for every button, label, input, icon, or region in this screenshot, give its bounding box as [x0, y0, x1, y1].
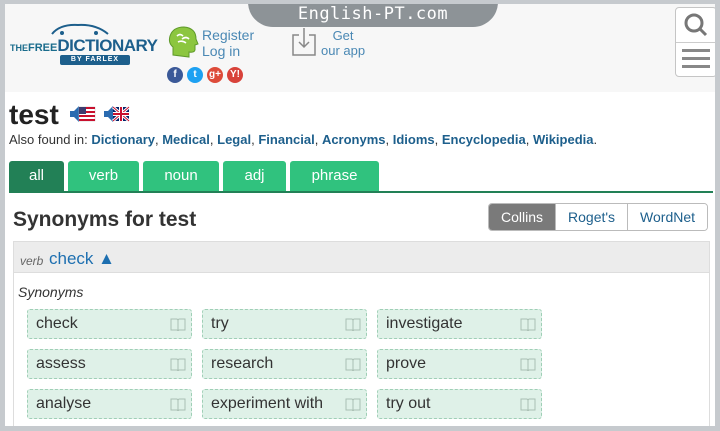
- also-found-idioms-link[interactable]: Idioms: [393, 132, 435, 147]
- synonym-word: try: [211, 315, 229, 332]
- pos-tabs: all verb noun adj phrase: [9, 161, 379, 191]
- search-icon[interactable]: [676, 8, 716, 42]
- synonyms-title: Synonyms for test: [13, 208, 197, 231]
- search-menu-button[interactable]: [675, 7, 716, 77]
- source-collins-button[interactable]: Collins: [489, 204, 556, 230]
- sense-toggle[interactable]: check ▲: [49, 249, 115, 269]
- synonym-word: analyse: [36, 395, 92, 412]
- synonyms-label: Synonyms: [18, 284, 84, 300]
- entry-word: test: [9, 99, 59, 130]
- tab-all[interactable]: all: [9, 161, 64, 191]
- also-found-wikipedia-link[interactable]: Wikipedia: [533, 132, 594, 147]
- our-app-label: our app: [321, 43, 366, 58]
- also-found-in: Also found in: Dictionary, Medical, Lega…: [9, 132, 597, 147]
- us-pronunciation-icon[interactable]: [68, 104, 96, 124]
- download-app-icon[interactable]: [291, 27, 317, 57]
- logo-free: FREE: [28, 42, 58, 54]
- synonym-word: prove: [386, 355, 427, 372]
- also-found-links: Dictionary, Medical, Legal, Financial, A…: [91, 132, 598, 147]
- synonym-chip[interactable]: experiment with: [202, 389, 367, 419]
- synonyms-panel: verb check ▲ Synonyms check try investigat…: [13, 241, 710, 426]
- synonym-word: try out: [386, 395, 431, 412]
- thesaurus-source-switch: Collins Roget's WordNet: [488, 203, 709, 231]
- get-app-link[interactable]: Get our app: [321, 28, 365, 58]
- uk-pronunciation-icon[interactable]: [102, 104, 130, 124]
- also-found-legal-link[interactable]: Legal: [217, 132, 251, 147]
- register-link[interactable]: Register: [202, 27, 254, 43]
- logo-the: THE: [10, 43, 28, 53]
- book-icon[interactable]: [170, 397, 186, 411]
- logo-dictionary: DICTIONARY: [57, 36, 158, 55]
- book-icon[interactable]: [170, 357, 186, 371]
- also-found-dictionary-link[interactable]: Dictionary: [91, 132, 155, 147]
- sense-header[interactable]: verb check ▲: [14, 242, 709, 273]
- login-link[interactable]: Log in: [202, 43, 254, 59]
- synonym-chip[interactable]: check: [27, 309, 192, 339]
- source-rogets-button[interactable]: Roget's: [555, 204, 628, 230]
- synonym-chip[interactable]: analyse: [27, 389, 192, 419]
- synonym-word: assess: [36, 355, 86, 372]
- facebook-icon[interactable]: f: [167, 67, 183, 83]
- synonym-chip[interactable]: prove: [377, 349, 542, 379]
- site-logo[interactable]: THEFREEDICTIONARY BY FARLEX: [10, 22, 158, 68]
- synonym-chip[interactable]: assess: [27, 349, 192, 379]
- synonym-word: research: [211, 355, 274, 372]
- synonym-chip[interactable]: try out: [377, 389, 542, 419]
- synonym-chip[interactable]: investigate: [377, 309, 542, 339]
- book-icon[interactable]: [345, 397, 361, 411]
- also-found-encyclopedia-link[interactable]: Encyclopedia: [442, 132, 526, 147]
- twitter-icon[interactable]: t: [187, 67, 203, 83]
- hamburger-menu-icon[interactable]: [676, 43, 716, 77]
- watermark: English-PT.com: [248, 4, 498, 27]
- also-found-acronyms-link[interactable]: Acronyms: [322, 132, 386, 147]
- book-icon[interactable]: [520, 357, 536, 371]
- book-icon[interactable]: [345, 357, 361, 371]
- yahoo-icon[interactable]: Y!: [227, 67, 243, 83]
- book-icon[interactable]: [170, 317, 186, 331]
- social-links: f t g+ Y!: [167, 67, 243, 83]
- also-found-financial-link[interactable]: Financial: [258, 132, 314, 147]
- get-label: Get: [332, 28, 354, 43]
- synonym-word: experiment with: [211, 395, 324, 412]
- synonym-chip[interactable]: try: [202, 309, 367, 339]
- book-icon[interactable]: [520, 397, 536, 411]
- book-icon[interactable]: [345, 317, 361, 331]
- tab-phrase[interactable]: phrase: [290, 161, 379, 191]
- synonym-chip[interactable]: research: [202, 349, 367, 379]
- page-frame: THEFREEDICTIONARY BY FARLEX Register Log…: [0, 0, 720, 431]
- car-logo-icon: [51, 23, 109, 35]
- user-head-icon[interactable]: [167, 25, 199, 59]
- account-links: Register Log in: [202, 27, 254, 59]
- synonym-word: check: [36, 315, 78, 332]
- source-wordnet-button[interactable]: WordNet: [627, 204, 708, 230]
- synonym-word: investigate: [386, 315, 463, 332]
- logo-wordmark: THEFREEDICTIONARY: [10, 36, 158, 56]
- logo-by-farlex: BY FARLEX: [60, 55, 130, 65]
- book-icon[interactable]: [520, 317, 536, 331]
- also-found-medical-link[interactable]: Medical: [162, 132, 210, 147]
- part-of-speech: verb: [20, 254, 44, 268]
- tab-verb[interactable]: verb: [68, 161, 139, 191]
- also-found-label: Also found in:: [9, 132, 88, 147]
- tab-adj[interactable]: adj: [223, 161, 286, 191]
- tab-noun[interactable]: noun: [143, 161, 219, 191]
- tabs-underline: [9, 191, 713, 193]
- google-plus-icon[interactable]: g+: [207, 67, 223, 83]
